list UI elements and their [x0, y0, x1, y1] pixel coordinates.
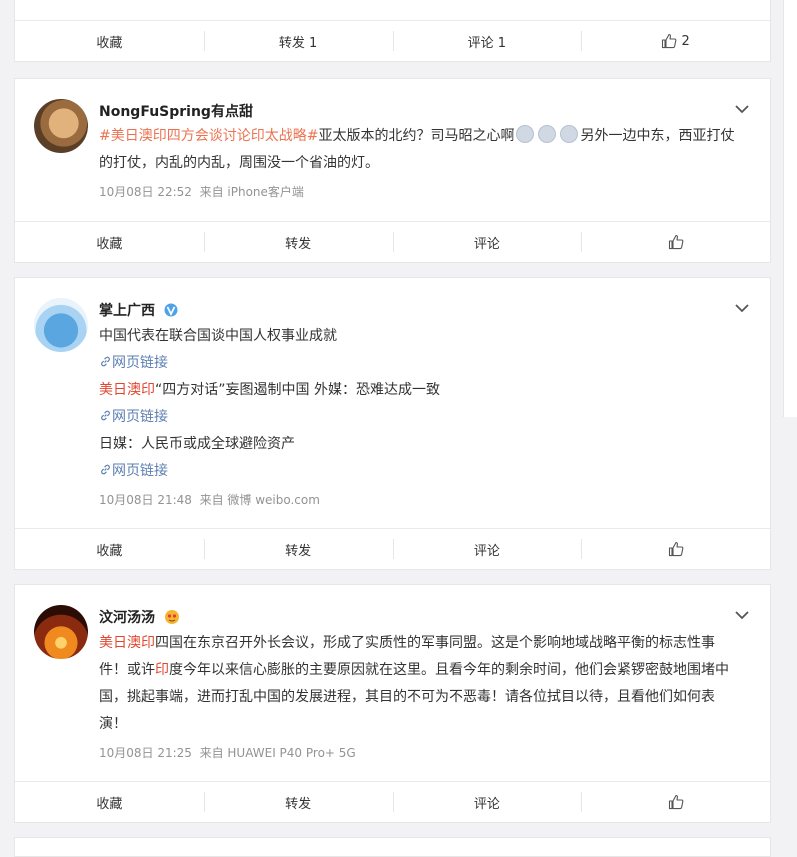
- right-sidebar-panel: [783, 0, 797, 417]
- favorite-label: 收藏: [96, 35, 123, 51]
- avatar[interactable]: [34, 298, 88, 352]
- post-text-segment: 亚太版本的北约？司马昭之心啊: [318, 128, 515, 144]
- hashtag-link[interactable]: #美日澳印四方会谈讨论印太战略#: [99, 128, 318, 144]
- verified-badge-icon: [164, 303, 178, 317]
- favorite-label: 收藏: [96, 796, 123, 812]
- weibo-post-card: 汶河汤汤 美日澳印四国在东京召开外长会议，形成了实质性的军事同盟。这是个影响地域…: [14, 584, 771, 823]
- user-name[interactable]: 汶河汤汤: [99, 607, 180, 627]
- weibo-post-card: 收藏 转发 1 评论 1 2: [14, 0, 771, 62]
- comment-label: 评论 1: [467, 35, 507, 51]
- chevron-down-icon[interactable]: [734, 607, 750, 623]
- post-meta: 10月08日 22:52 来自 iPhone客户端: [99, 183, 304, 200]
- thumbs-up-icon: [668, 794, 684, 810]
- post-actions-bar: 收藏 转发 评论: [15, 781, 770, 822]
- topic-link[interactable]: 美日澳印: [99, 382, 155, 398]
- repost-label: 转发: [285, 796, 312, 812]
- avatar[interactable]: [34, 605, 88, 659]
- post-source: 来自 HUAWEI P40 Pro+ 5G: [199, 746, 356, 760]
- emoji-face-icon: [164, 610, 179, 624]
- thumbs-up-icon: [668, 234, 684, 250]
- chevron-down-icon[interactable]: [734, 300, 750, 316]
- user-name-text: 汶河汤汤: [99, 610, 155, 626]
- like-button[interactable]: [581, 222, 770, 262]
- repost-button[interactable]: 转发: [203, 529, 393, 569]
- topic-link[interactable]: 美日澳印: [99, 635, 155, 651]
- like-count: 2: [681, 33, 690, 49]
- repost-label: 转发: [285, 236, 312, 252]
- chevron-down-icon[interactable]: [734, 101, 750, 117]
- post-source: 来自 iPhone客户端: [199, 185, 304, 199]
- post-text: #美日澳印四方会谈讨论印太战略#亚太版本的北约？司马昭之心啊 另外一边中东，西亚打…: [99, 123, 740, 177]
- favorite-label: 收藏: [96, 543, 123, 559]
- like-button[interactable]: 2: [581, 21, 770, 61]
- post-meta: 10月08日 21:48 来自 微博 weibo.com: [99, 491, 320, 508]
- post-time[interactable]: 10月08日 21:48: [99, 493, 192, 507]
- web-link[interactable]: 网页链接: [99, 350, 740, 377]
- thumbs-up-icon: [662, 33, 677, 49]
- link-icon: [101, 356, 110, 367]
- comment-button[interactable]: 评论: [392, 222, 582, 262]
- user-name-text: 掌上广西: [99, 303, 155, 319]
- emoji-icon: [538, 125, 557, 143]
- post-text-segment: 度今年以来信心膨胀的主要原因就在这里。且看今年的剩余时间，他们会紧锣密鼓地围堵中…: [99, 662, 729, 732]
- post-text: 美日澳印四国在东京召开外长会议，形成了实质性的军事同盟。这是个影响地域战略平衡的…: [99, 630, 740, 738]
- post-text-line: 美日澳印“四方对话”妄图遏制中国 外媒：恐难达成一致: [99, 377, 740, 404]
- post-time[interactable]: 10月08日 22:52: [99, 185, 192, 199]
- post-source: 来自 微博 weibo.com: [199, 493, 320, 507]
- like-button[interactable]: [581, 529, 770, 569]
- web-link-label: 网页链接: [112, 355, 168, 371]
- post-text: 中国代表在联合国谈中国人权事业成就 网页链接 美日澳印“四方对话”妄图遏制中国 …: [99, 323, 740, 485]
- comment-label: 评论: [473, 796, 500, 812]
- post-text-segment: “四方对话”妄图遏制中国 外媒：恐难达成一致: [155, 382, 440, 398]
- favorite-button[interactable]: 收藏: [15, 222, 204, 262]
- weibo-post-card: 掌上广西 中国代表在联合国谈中国人权事业成就 网页链接 美日澳印“四方对话”妄图…: [14, 277, 771, 570]
- web-link[interactable]: 网页链接: [99, 404, 740, 431]
- post-text-line: 中国代表在联合国谈中国人权事业成就: [99, 328, 337, 344]
- emoji-icon: [516, 125, 535, 143]
- comment-label: 评论: [473, 236, 500, 252]
- post-meta: 10月08日 21:25 来自 HUAWEI P40 Pro+ 5G: [99, 744, 356, 761]
- comment-button[interactable]: 评论: [392, 529, 582, 569]
- thumbs-up-icon: [668, 541, 684, 557]
- comment-button[interactable]: 评论: [392, 782, 582, 822]
- post-time[interactable]: 10月08日 21:25: [99, 746, 192, 760]
- repost-button[interactable]: 转发: [203, 782, 393, 822]
- favorite-label: 收藏: [96, 236, 123, 252]
- post-actions-bar: 收藏 转发 评论: [15, 528, 770, 569]
- repost-label: 转发 1: [278, 35, 318, 51]
- favorite-button[interactable]: 收藏: [15, 21, 204, 61]
- web-link-label: 网页链接: [112, 409, 168, 425]
- repost-button[interactable]: 转发: [203, 222, 393, 262]
- emoji-icon: [560, 125, 579, 143]
- highlight-text: 印: [155, 662, 169, 678]
- web-link-label: 网页链接: [112, 463, 168, 479]
- link-icon: [101, 464, 110, 475]
- link-icon: [101, 410, 110, 421]
- user-name[interactable]: 掌上广西: [99, 300, 178, 320]
- weibo-post-card: [14, 837, 771, 857]
- post-text-line: 日媒：人民币或成全球避险资产: [99, 436, 295, 452]
- web-link[interactable]: 网页链接: [99, 458, 740, 485]
- favorite-button[interactable]: 收藏: [15, 529, 204, 569]
- post-actions-bar: 收藏 转发 评论: [15, 221, 770, 262]
- repost-label: 转发: [285, 543, 312, 559]
- favorite-button[interactable]: 收藏: [15, 782, 204, 822]
- post-actions-bar: 收藏 转发 1 评论 1 2: [15, 20, 770, 61]
- avatar[interactable]: [34, 99, 88, 153]
- repost-button[interactable]: 转发 1: [203, 21, 393, 61]
- weibo-post-card: NongFuSpring有点甜 #美日澳印四方会谈讨论印太战略#亚太版本的北约？…: [14, 78, 771, 263]
- like-button[interactable]: [581, 782, 770, 822]
- user-name[interactable]: NongFuSpring有点甜: [99, 101, 253, 121]
- comment-label: 评论: [473, 543, 500, 559]
- comment-button[interactable]: 评论 1: [392, 21, 582, 61]
